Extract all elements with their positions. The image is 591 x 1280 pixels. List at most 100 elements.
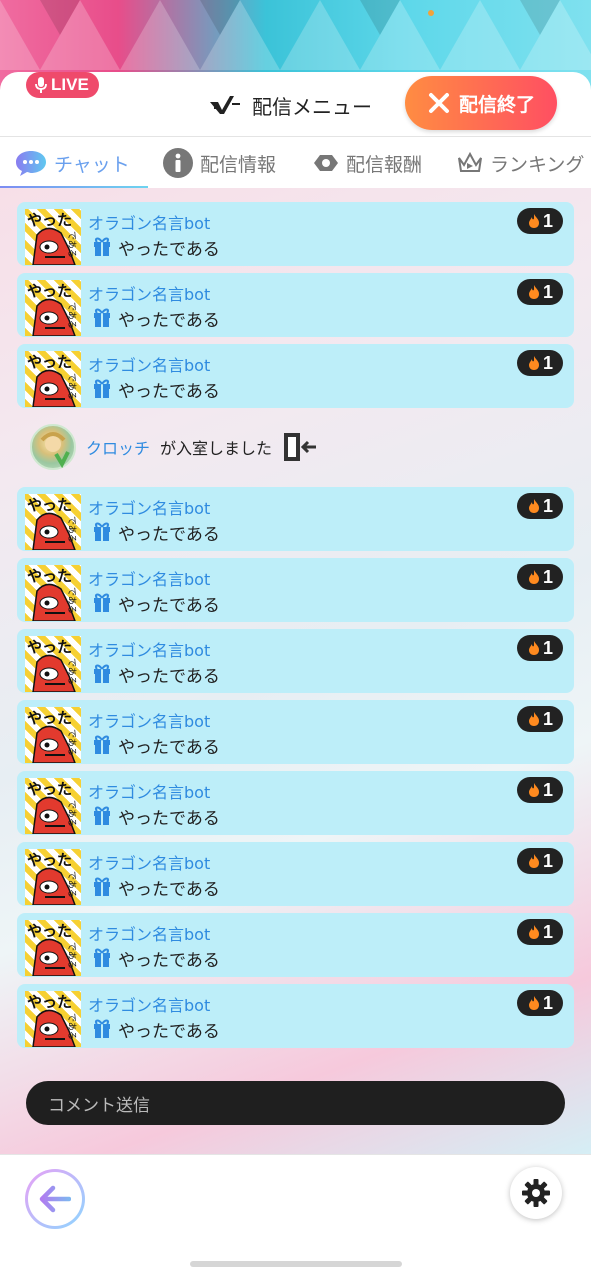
chat-message[interactable]: やった である オラゴン名言bot やったである 1 [17,273,574,337]
svg-text:やった: やった [27,496,72,514]
gift-icon [94,877,110,896]
tab-ranking[interactable]: ランキング [456,137,584,189]
chat-message[interactable]: やった である オラゴン名言bot やったである 1 [17,913,574,977]
badge-count: 1 [542,566,553,587]
tab-stream-reward-label: 配信報酬 [346,153,423,176]
bot-avatar: やった である [25,920,81,976]
fire-badge: 1 [517,635,563,661]
oragon-avatar-image: やった である [27,851,77,905]
sender-name[interactable]: オラゴン名言bot [88,921,210,945]
fire-badge: 1 [517,848,563,874]
badge-count: 1 [542,779,553,800]
svg-text:やった: やった [27,282,72,300]
fire-badge: 1 [517,564,563,590]
chat-message[interactable]: やった である オラゴン名言bot やったである 1 [17,202,574,266]
message-text: やったである [118,738,220,758]
chat-message[interactable]: やった である オラゴン名言bot やったである 1 [17,842,574,906]
chat-message[interactable]: やった である オラゴン名言bot やったである 1 [17,771,574,835]
fire-badge: 1 [517,919,563,945]
svg-text:である: である [66,516,77,543]
oragon-avatar-image: やった である [27,638,77,692]
enter-door-icon [284,433,317,461]
chat-bubble-icon [16,151,46,176]
tab-ranking-label: ランキング [490,153,585,176]
bot-avatar: やった である [25,707,81,763]
visitor-avatar[interactable] [30,424,76,470]
settings-button[interactable] [510,1167,562,1219]
chat-message[interactable]: やった である オラゴン名言bot やったである 1 [17,700,574,764]
badge-count: 1 [542,281,553,302]
visitor-avatar-image [40,432,70,469]
svg-text:である: である [66,871,77,898]
fire-icon [528,285,539,299]
gift-icon [94,1019,110,1038]
gift-icon [94,664,110,683]
fire-badge: 1 [517,990,563,1016]
arrow-left-icon [39,1185,71,1213]
badge-count: 1 [542,850,553,871]
chat-message[interactable]: やった である オラゴン名言bot やったである 1 [17,984,574,1048]
fire-icon [528,499,539,513]
badge-count: 1 [542,921,553,942]
fire-badge: 1 [517,493,563,519]
close-icon [428,93,449,113]
tab-stream-reward[interactable]: 配信報酬 [312,137,422,189]
tab-bar: チャット 配信情報 配信報酬 ランキング [0,136,591,189]
stream-menu-button[interactable]: 配信メニュー [208,90,372,120]
fire-badge: 1 [517,208,563,234]
sender-name[interactable]: オラゴン名言bot [88,637,210,661]
sender-name[interactable]: オラゴン名言bot [88,850,210,874]
fire-badge: 1 [517,777,563,803]
chat-message[interactable]: やった である オラゴン名言bot やったである 1 [17,558,574,622]
bot-avatar: やった である [25,991,81,1047]
back-button-inner [28,1172,82,1226]
sender-name[interactable]: オラゴン名言bot [88,210,210,234]
chat-message[interactable]: やった である オラゴン名言bot やったである 1 [17,629,574,693]
bot-avatar: やった である [25,778,81,834]
badge-count: 1 [542,495,553,516]
back-button[interactable] [25,1169,85,1229]
svg-text:やった: やった [27,353,72,371]
sender-name[interactable]: オラゴン名言bot [88,992,210,1016]
chat-message[interactable]: やった である オラゴン名言bot やったである 1 [17,487,574,551]
gear-icon [522,1179,550,1207]
sender-name[interactable]: オラゴン名言bot [88,495,210,519]
oragon-avatar-image: やった である [27,353,77,407]
sender-name[interactable]: オラゴン名言bot [88,281,210,305]
message-text: やったである [118,382,220,402]
sender-name[interactable]: オラゴン名言bot [88,779,210,803]
fire-badge: 1 [517,279,563,305]
gift-icon [94,308,110,327]
oragon-avatar-image: やった である [27,496,77,550]
live-label: LIVE [51,75,89,94]
sender-name[interactable]: オラゴン名言bot [88,352,210,376]
message-text: やったである [118,311,220,331]
badge-count: 1 [542,708,553,729]
comment-input[interactable]: コメント送信 [26,1081,565,1125]
badge-count: 1 [542,210,553,231]
tab-chat[interactable]: チャット [14,137,130,189]
sender-name[interactable]: オラゴン名言bot [88,708,210,732]
badge-count: 1 [542,992,553,1013]
comment-placeholder: コメント送信 [48,1095,150,1116]
visitor-name[interactable]: クロッチ [86,435,150,459]
bot-avatar: やった である [25,351,81,407]
end-stream-button[interactable]: 配信終了 [405,76,557,130]
svg-text:やった: やった [27,993,72,1011]
fire-icon [528,356,539,370]
tab-stream-info-label: 配信情報 [200,153,277,176]
header: LIVE 配信メニュー 配信終了 [0,72,591,136]
fire-icon [528,925,539,939]
chat-message[interactable]: やった である オラゴン名言bot やったである 1 [17,344,574,408]
chat-list[interactable]: やった である オラゴン名言bot やったである 1 やった である オラゴン名… [0,188,591,1154]
home-indicator[interactable] [190,1261,402,1267]
sender-name[interactable]: オラゴン名言bot [88,566,210,590]
fire-icon [528,570,539,584]
tab-stream-info[interactable]: 配信情報 [162,137,276,189]
bottom-bar [0,1154,591,1280]
svg-text:やった: やった [27,638,72,656]
crown-icon [458,151,482,172]
bot-avatar: やった である [25,565,81,621]
tab-chat-label: チャット [54,153,130,176]
svg-text:である: である [66,942,77,969]
